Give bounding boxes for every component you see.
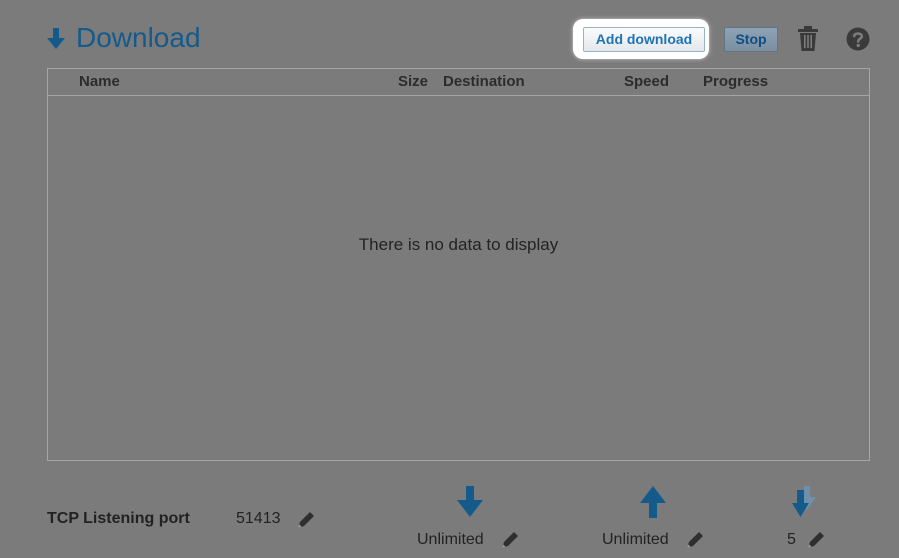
column-header-destination[interactable]: Destination — [443, 73, 525, 90]
tcp-port-label: TCP Listening port — [47, 510, 190, 527]
column-header-progress[interactable]: Progress — [703, 73, 768, 90]
download-arrow-icon — [457, 486, 483, 517]
add-download-button[interactable]: Add download — [583, 27, 705, 52]
tcp-port-value: 51413 — [236, 510, 281, 527]
column-header-speed[interactable]: Speed — [624, 73, 669, 90]
upload-limit-value: Unlimited — [602, 531, 669, 548]
max-downloads-value: 5 — [787, 531, 796, 548]
edit-download-limit-pencil-icon[interactable] — [500, 530, 520, 550]
multi-download-icon — [792, 486, 816, 517]
help-icon[interactable] — [846, 27, 870, 51]
page-title: Download — [76, 22, 201, 53]
download-arrow-icon — [47, 28, 65, 49]
column-header-name[interactable]: Name — [79, 73, 120, 90]
column-header-size[interactable]: Size — [398, 73, 428, 90]
download-limit-value: Unlimited — [417, 531, 484, 548]
edit-upload-limit-pencil-icon[interactable] — [685, 530, 705, 550]
stop-button[interactable]: Stop — [724, 27, 778, 52]
edit-tcp-port-pencil-icon[interactable] — [296, 510, 316, 530]
trash-icon[interactable] — [797, 26, 819, 52]
empty-state-message: There is no data to display — [358, 235, 559, 254]
downloads-table: Name Size Destination Speed Progress The… — [47, 68, 870, 461]
edit-max-downloads-pencil-icon[interactable] — [806, 530, 826, 550]
upload-arrow-icon — [640, 486, 666, 518]
table-header: Name Size Destination Speed Progress — [48, 69, 869, 96]
